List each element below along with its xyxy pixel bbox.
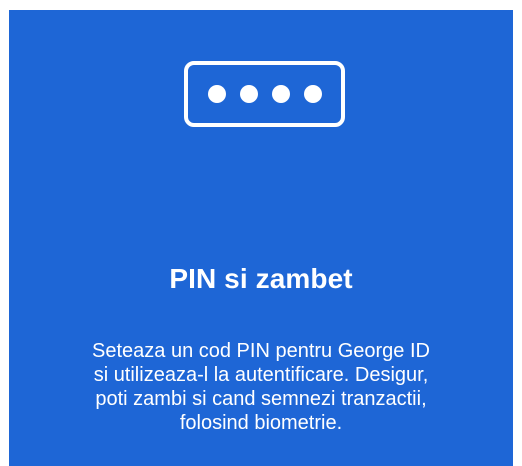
description-line-1: Seteaza un cod PIN pentru George ID	[92, 340, 430, 362]
pin-dot-4	[303, 85, 322, 103]
card-description: Seteaza un cod PIN pentru George ID si u…	[49, 339, 473, 435]
pin-code-icon	[184, 61, 345, 127]
description-line-4: folosind biometrie.	[179, 412, 343, 434]
pin-dot-2	[239, 85, 258, 103]
description-line-3: poti zambi si cand semnezi tranzactii,	[95, 388, 427, 410]
pin-dot-1	[207, 85, 226, 103]
card-title: PIN si zambet	[169, 263, 353, 294]
pin-feature-card: PIN si zambet Seteaza un cod PIN pentru …	[9, 10, 513, 466]
pin-dot-3	[271, 85, 290, 103]
description-line-2: si utilizeaza-l la autentificare. Desigu…	[93, 364, 429, 386]
